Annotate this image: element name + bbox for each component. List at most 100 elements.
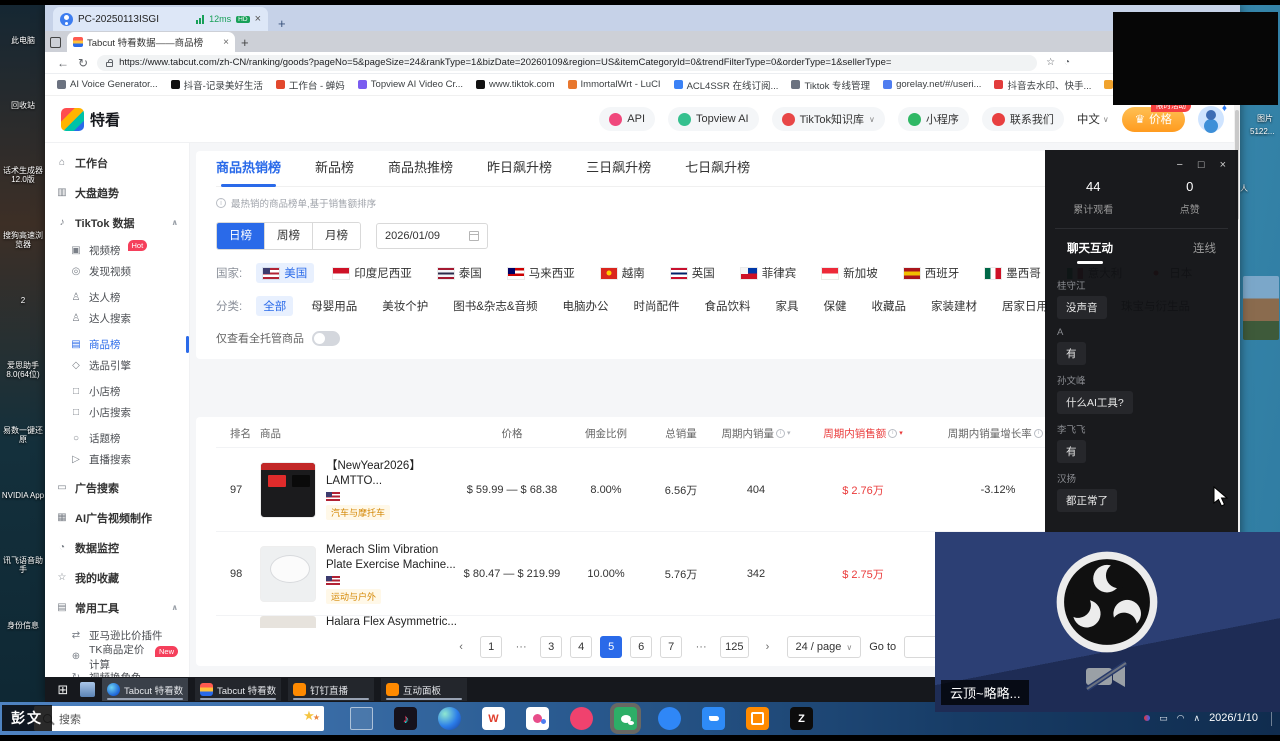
菲律宾[interactable]: 菲律宾 bbox=[734, 263, 804, 283]
bookmark-item[interactable]: ACL4SSR 在线订阅... bbox=[674, 78, 779, 92]
page-button[interactable]: ‹ bbox=[450, 636, 472, 658]
new-session-icon[interactable]: + bbox=[278, 16, 286, 31]
ranking-tab[interactable]: 商品热推榜 bbox=[388, 151, 453, 187]
sidebar-item[interactable]: ▣ 视频榜 Hot bbox=[45, 240, 189, 261]
page-size-select[interactable]: 24 / page ∨ bbox=[787, 636, 862, 658]
bookmark-item[interactable]: 抖音去水印、快手... bbox=[994, 78, 1091, 92]
period-tab[interactable]: 日榜 bbox=[217, 223, 264, 249]
wps-icon[interactable] bbox=[482, 707, 505, 730]
sidebar-item[interactable]: ◎ 发现视频 bbox=[45, 261, 189, 282]
泰国[interactable]: 泰国 bbox=[431, 263, 489, 283]
start-button-icon[interactable]: ⊞ bbox=[53, 682, 73, 698]
header-nav-pill[interactable]: 联系我们 bbox=[982, 107, 1064, 131]
西班牙[interactable]: 西班牙 bbox=[897, 263, 967, 283]
desktop-icon-recycle-bin[interactable]: 回收站 bbox=[1, 75, 45, 140]
category-filter-item[interactable]: 家装建材 bbox=[924, 296, 984, 316]
taskbar-window-edge-tabcut[interactable]: Tabcut 特看数... bbox=[102, 678, 188, 701]
language-selector[interactable]: 中文 ∨ bbox=[1077, 111, 1109, 127]
taskbar-search-box[interactable]: 搜索 ★★ bbox=[34, 706, 324, 731]
bookmark-item[interactable]: Tiktok 专线管理 bbox=[791, 78, 870, 92]
date-picker[interactable]: 2026/01/09 bbox=[376, 223, 488, 249]
remote-session-tab[interactable]: PC-20250113ISGI 12ms HD × bbox=[53, 7, 268, 31]
side-panel-icon[interactable] bbox=[50, 37, 61, 48]
page-button[interactable]: ··· bbox=[690, 636, 712, 658]
sidebar-item[interactable]: ▤ 常用工具 ∧ bbox=[45, 595, 189, 620]
desktop-icon-sogou-browser[interactable]: 搜狗高速浏览器 bbox=[1, 205, 45, 270]
sidebar-item[interactable]: ○ 话题榜 bbox=[45, 428, 189, 449]
page-button[interactable]: 7 bbox=[660, 636, 682, 658]
hudong-panel-icon[interactable] bbox=[746, 707, 769, 730]
desktop-icon-identity-folder[interactable]: 身份信息 bbox=[1, 595, 45, 660]
table-column-header[interactable]: 周期内销售额 i ▾ bbox=[798, 426, 928, 441]
desktop-icon-folder-2[interactable]: 2 bbox=[1, 270, 45, 335]
chat-tab[interactable]: 聊天互动 bbox=[1067, 240, 1113, 264]
sidebar-item[interactable]: ♙ 达人榜 bbox=[45, 287, 189, 308]
table-column-header[interactable]: 周期内销量 i ▾ bbox=[714, 426, 798, 441]
desktop-icon-i4tools[interactable]: 爱思助手8.0(64位) bbox=[1, 335, 45, 400]
table-column-header[interactable]: 佣金比例 i ▾ bbox=[564, 426, 648, 441]
sidebar-item[interactable]: ↻ 视频换角色 bbox=[45, 667, 189, 677]
header-nav-pill[interactable]: Topview AI bbox=[668, 107, 759, 131]
close-icon[interactable]: × bbox=[1220, 159, 1226, 171]
browser-tab[interactable]: Tabcut 特看数据——商品榜 × bbox=[67, 32, 235, 52]
bookmark-item[interactable]: www.tiktok.com bbox=[476, 79, 554, 90]
bookmark-item[interactable]: gorelay.net/#/useri... bbox=[883, 79, 981, 90]
ranking-tab[interactable]: 七日飙升榜 bbox=[685, 151, 750, 187]
maximize-icon[interactable]: □ bbox=[1198, 159, 1205, 171]
sidebar-item[interactable]: ▦ AI广告视频制作 bbox=[45, 505, 189, 530]
page-button[interactable]: 125 bbox=[720, 636, 748, 658]
sidebar-item[interactable]: ♪ TikTok 数据 ∧ bbox=[45, 210, 189, 235]
category-filter-item[interactable]: 保健 bbox=[817, 296, 854, 316]
page-button[interactable]: › bbox=[757, 636, 779, 658]
墨西哥[interactable]: 墨西哥 bbox=[978, 263, 1048, 283]
douyin-alt-icon[interactable] bbox=[570, 707, 593, 730]
英国[interactable]: 英国 bbox=[664, 263, 722, 283]
desktop-icon-script-generator[interactable]: 话术生成器12.0版 bbox=[1, 140, 45, 205]
sidebar-item[interactable]: □ 小店榜 bbox=[45, 381, 189, 402]
page-button[interactable]: 6 bbox=[630, 636, 652, 658]
table-column-header[interactable]: 总销量 i ▾ bbox=[648, 426, 714, 441]
reload-icon[interactable]: ↻ bbox=[78, 57, 88, 69]
category-filter-item[interactable]: 收藏品 bbox=[865, 296, 914, 316]
category-filter-item[interactable]: 食品饮料 bbox=[698, 296, 758, 316]
ranking-tab[interactable]: 昨日飙升榜 bbox=[487, 151, 552, 187]
wifi-icon[interactable]: ◠ bbox=[1177, 713, 1185, 724]
category-filter-item[interactable]: 时尚配件 bbox=[627, 296, 687, 316]
taskbar-window-tabcut[interactable]: Tabcut 特看数... bbox=[195, 678, 281, 701]
table-column-header[interactable]: 商品 i ▾ bbox=[260, 426, 460, 441]
sidebar-item[interactable]: ◔ 数据监控 bbox=[45, 535, 189, 560]
page-button[interactable]: 5 bbox=[600, 636, 622, 658]
media-app-icon[interactable] bbox=[526, 707, 549, 730]
category-filter-item[interactable]: 电脑办公 bbox=[556, 296, 616, 316]
sidebar-item[interactable]: ▭ 广告搜索 bbox=[45, 475, 189, 500]
美国[interactable]: 美国 bbox=[256, 263, 314, 283]
ranking-tab[interactable]: 商品热销榜 bbox=[216, 151, 281, 187]
xunlei-icon[interactable] bbox=[658, 707, 681, 730]
table-column-header[interactable]: 价格 i ▾ bbox=[460, 426, 564, 441]
close-tab-icon[interactable]: × bbox=[223, 37, 229, 48]
desktop-icon-nvidia[interactable]: NVIDIA App bbox=[1, 465, 45, 530]
ranking-tab[interactable]: 三日飙升榜 bbox=[586, 151, 651, 187]
close-session-icon[interactable]: × bbox=[255, 13, 261, 25]
chat-tab[interactable]: 连线 bbox=[1193, 240, 1216, 264]
profile-icon[interactable]: ◔ bbox=[1064, 57, 1070, 68]
period-tab[interactable]: 周榜 bbox=[264, 223, 312, 249]
sidebar-item[interactable]: □ 小店搜索 bbox=[45, 402, 189, 423]
minimize-icon[interactable]: − bbox=[1176, 159, 1182, 171]
bookmark-item[interactable]: 抖音-记录美好生活 bbox=[171, 78, 263, 92]
马来西亚[interactable]: 马来西亚 bbox=[501, 263, 582, 283]
category-filter-item[interactable]: 图书&杂志&音频 bbox=[446, 296, 544, 316]
sidebar-item[interactable]: ⊕ TK商品定价计算 New bbox=[45, 646, 189, 667]
印度尼西亚[interactable]: 印度尼西亚 bbox=[326, 263, 419, 283]
tabcut-logo[interactable]: 特看 bbox=[61, 108, 120, 131]
bookmark-item[interactable]: Topview AI Video Cr... bbox=[358, 79, 463, 90]
category-filter-item[interactable]: 家具 bbox=[769, 296, 806, 316]
category-filter-item[interactable]: 美妆个护 bbox=[375, 296, 435, 316]
sidebar-item[interactable]: ▥ 大盘趋势 bbox=[45, 180, 189, 205]
pricing-button[interactable]: ♛ 价格 限时活动 bbox=[1122, 107, 1185, 132]
tray-expand-icon[interactable]: ∧ bbox=[1193, 713, 1200, 724]
desktop-icon-iflytek-voice[interactable]: 讯飞语音助手 bbox=[1, 530, 45, 595]
sidebar-item[interactable]: ☆ 我的收藏 bbox=[45, 565, 189, 590]
bookmark-item[interactable]: AI Voice Generator... bbox=[57, 79, 158, 90]
sort-caret-icon[interactable]: ▾ bbox=[787, 429, 791, 437]
